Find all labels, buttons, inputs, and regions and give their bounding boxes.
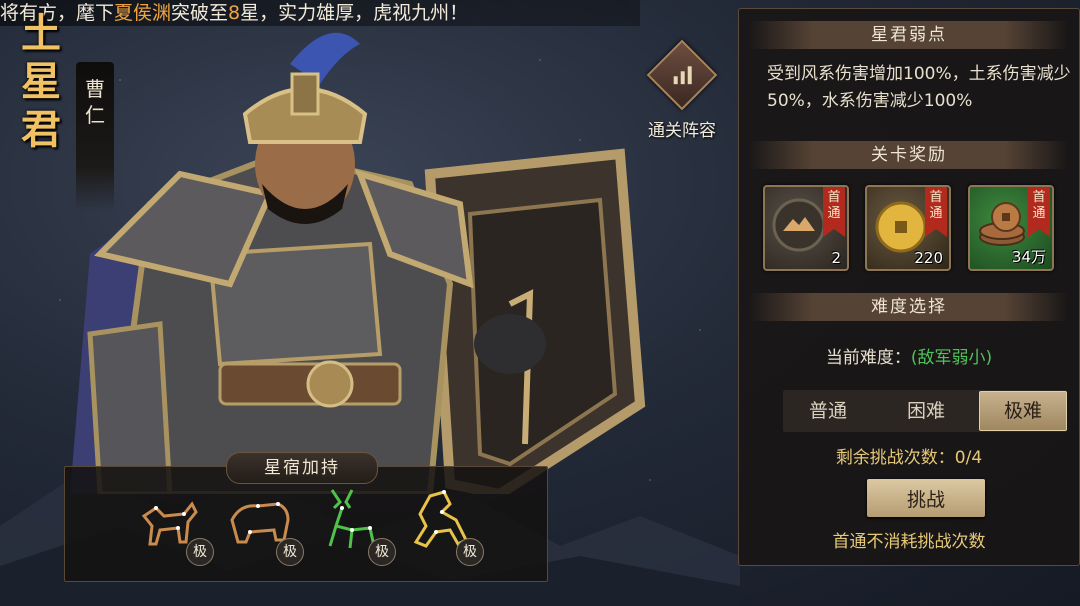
constellation-slot[interactable]: 极 (400, 486, 486, 566)
marquee-text: 突破至 (171, 2, 229, 24)
general-portrait (70, 32, 646, 494)
current-difficulty: 当前难度：(敌军弱小) (739, 343, 1079, 368)
copper-coins-icon (979, 202, 1025, 246)
marquee-star-count: 8 (228, 2, 241, 24)
marquee-text: 星，实力雄厚，虎视九州！ (240, 2, 469, 24)
current-difficulty-label: 当前难度： (825, 348, 911, 368)
reward-item[interactable]: 首通 34万 (968, 185, 1054, 271)
constellation-title: 星宿加持 (226, 452, 378, 484)
constellation-level: 极 (368, 538, 396, 566)
lineup-diamond (646, 39, 718, 111)
bar-chart-icon (673, 66, 692, 85)
difficulty-title: 难度选择 (749, 293, 1069, 321)
rewards-title: 关卡奖励 (749, 141, 1069, 169)
constellation-level: 极 (186, 538, 214, 566)
remaining-attempts: 剩余挑战次数：0/4 (835, 448, 983, 468)
first-clear-ribbon: 首通 (925, 187, 947, 237)
first-clear-note: 首通不消耗挑战次数 (832, 532, 986, 552)
difficulty-option-extreme[interactable]: 极难 (979, 391, 1067, 431)
marquee-hero-name: 夏侯渊 (114, 2, 172, 24)
constellation-slot[interactable]: 极 (312, 486, 398, 566)
gold-coin-icon (875, 201, 927, 253)
reward-count: 220 (914, 249, 943, 267)
reward-count: 2 (831, 249, 841, 267)
constellation-level: 极 (456, 538, 484, 566)
difficulty-option-normal[interactable]: 普通 (783, 390, 873, 432)
difficulty-option-hard[interactable]: 困难 (881, 390, 971, 432)
stage-name: 土星君 (21, 10, 61, 153)
reward-item[interactable]: 首通 220 (865, 185, 951, 271)
current-difficulty-value: (敌军弱小) (910, 348, 993, 368)
clear-lineup-button[interactable]: 通关阵容 (634, 39, 730, 141)
mountain-token-icon (772, 198, 826, 252)
lineup-label: 通关阵容 (648, 121, 716, 141)
constellation-slot[interactable]: 极 (220, 486, 306, 566)
challenge-button[interactable]: 挑战 (867, 479, 985, 517)
announcement-marquee: 将有方，麾下夏侯渊突破至8星，实力雄厚，虎视九州！ (0, 0, 640, 26)
weakness-text: 受到风系伤害增加100%，土系伤害减少50%，水系伤害减少100% (767, 64, 1071, 111)
reward-item[interactable]: 首通 2 (763, 185, 849, 271)
hero-name-tag: 曹 仁 (76, 62, 114, 212)
first-clear-ribbon: 首通 (823, 187, 845, 237)
constellation-slot[interactable]: 极 (130, 486, 216, 566)
stage-info-panel: 星君弱点 受到风系伤害增加100%，土系伤害减少50%，水系伤害减少100% 关… (738, 8, 1080, 566)
first-clear-ribbon: 首通 (1028, 187, 1050, 237)
hero-name-char: 仁 (85, 103, 105, 127)
constellation-level: 极 (276, 538, 304, 566)
difficulty-selector: 普通 困难 极难 (783, 390, 1067, 432)
hero-name-char: 曹 (85, 77, 105, 101)
reward-count: 34万 (1011, 248, 1046, 266)
weakness-title: 星君弱点 (749, 21, 1069, 49)
